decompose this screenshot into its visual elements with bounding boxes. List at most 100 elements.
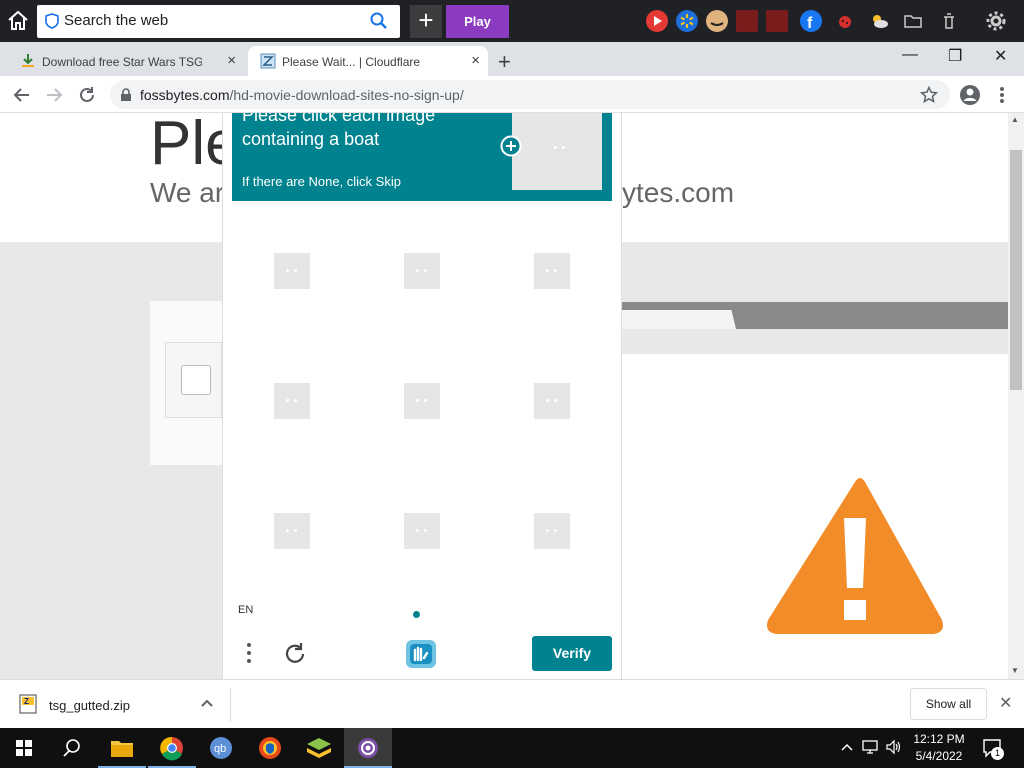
notification-count-badge: 1 xyxy=(991,747,1004,760)
hcaptcha-logo-icon[interactable] xyxy=(404,638,438,670)
trash-icon[interactable] xyxy=(938,10,960,32)
challenge-instruction: Please click each image containing a boa… xyxy=(242,113,436,149)
close-window-button[interactable]: ✕ xyxy=(994,46,1007,66)
profile-icon[interactable] xyxy=(959,84,981,111)
forward-icon[interactable] xyxy=(44,85,64,110)
reload-icon[interactable] xyxy=(77,85,97,110)
lock-icon[interactable] xyxy=(120,88,132,107)
page-favicon-icon xyxy=(260,53,276,69)
challenge-image-tile[interactable] xyxy=(404,513,440,549)
svg-text:f: f xyxy=(807,15,813,32)
url-path: /hd-movie-download-sites-no-sign-up/ xyxy=(229,87,464,103)
image-placeholder-dots xyxy=(554,146,557,149)
zip-file-icon: Z xyxy=(19,694,37,714)
facebook-icon[interactable]: f xyxy=(800,10,822,32)
close-download-bar-icon[interactable]: ✕ xyxy=(999,693,1012,713)
clock-time: 12:12 PM xyxy=(913,732,965,746)
restore-button[interactable]: ❐ xyxy=(948,46,962,66)
svg-text:Z: Z xyxy=(24,697,29,706)
page-indicator-dot xyxy=(413,611,420,618)
web-search-placeholder: Search the web xyxy=(64,12,169,29)
tab-star-wars-download[interactable]: Download free Star Wars TSG 1.2 × xyxy=(8,46,244,76)
tor-browser-icon[interactable] xyxy=(344,728,392,768)
bookmark-star-icon[interactable] xyxy=(919,85,939,109)
tray-chevron-up-icon[interactable] xyxy=(840,740,854,759)
challenge-image-tile[interactable] xyxy=(274,513,310,549)
warning-triangle-icon xyxy=(764,474,946,638)
navigation-bar: fossbytes.com/hd-movie-download-sites-no… xyxy=(0,76,1024,113)
url-text: fossbytes.com/hd-movie-download-sites-no… xyxy=(140,87,464,103)
clock-date: 5/4/2022 xyxy=(915,749,963,763)
back-icon[interactable] xyxy=(12,85,32,110)
chevron-up-icon[interactable] xyxy=(200,696,214,713)
svg-text:qb: qb xyxy=(214,743,226,755)
example-image xyxy=(512,113,602,190)
gear-icon[interactable] xyxy=(985,10,1007,32)
refresh-challenge-icon[interactable] xyxy=(282,641,308,667)
challenge-image-tile[interactable] xyxy=(534,513,570,549)
captcha-checkbox[interactable] xyxy=(181,365,211,395)
bluestacks-icon[interactable] xyxy=(295,728,343,768)
challenge-image-tile[interactable] xyxy=(404,383,440,419)
qbittorrent-icon[interactable]: qb xyxy=(197,728,245,768)
play-button[interactable]: Play xyxy=(446,5,509,38)
notification-center-icon[interactable]: 1 xyxy=(982,737,1004,760)
download-bar: Z tsg_gutted.zip Show all ✕ xyxy=(0,679,1024,728)
search-icon[interactable] xyxy=(370,12,388,35)
close-tab-icon[interactable]: × xyxy=(227,52,236,69)
home-icon[interactable] xyxy=(6,9,30,33)
scrollbar-thumb[interactable] xyxy=(1010,150,1022,390)
folder-icon[interactable] xyxy=(902,10,924,32)
challenge-image-tile[interactable] xyxy=(534,253,570,289)
volume-icon[interactable] xyxy=(885,739,903,760)
chrome-icon[interactable] xyxy=(148,728,196,768)
loading-bar-fill xyxy=(622,310,736,329)
youtube-icon[interactable] xyxy=(646,10,668,32)
windows-taskbar: qb 12:12 PM 5/4/2022 1 xyxy=(0,728,1024,768)
expand-example-icon[interactable] xyxy=(500,135,522,157)
tab-strip: Download free Star Wars TSG 1.2 × Please… xyxy=(0,42,1024,76)
network-icon[interactable] xyxy=(862,739,880,760)
taskbar-search-icon[interactable] xyxy=(48,728,96,768)
tab-title: Download free Star Wars TSG 1.2 xyxy=(42,55,202,69)
challenge-image-tile[interactable] xyxy=(404,253,440,289)
page-subheading-left: We ar xyxy=(150,177,225,208)
url-domain: fossbytes.com xyxy=(140,87,230,103)
shield-icon xyxy=(45,13,59,34)
challenge-image-tile[interactable] xyxy=(274,383,310,419)
divider xyxy=(230,688,231,722)
movie-icon-2[interactable] xyxy=(766,10,788,32)
new-tab-button[interactable]: + xyxy=(498,49,511,75)
close-tab-icon[interactable]: × xyxy=(471,52,480,69)
minimize-button[interactable]: — xyxy=(902,46,918,64)
challenge-image-tile[interactable] xyxy=(274,253,310,289)
language-selector[interactable]: EN xyxy=(238,604,253,616)
download-file-name[interactable]: tsg_gutted.zip xyxy=(49,698,130,713)
download-favicon-icon xyxy=(20,53,36,69)
web-search-box[interactable]: Search the web xyxy=(37,5,400,38)
challenge-skip-hint: If there are None, click Skip xyxy=(242,174,401,189)
menu-kebab-icon[interactable] xyxy=(999,85,1005,110)
show-all-button[interactable]: Show all xyxy=(910,688,987,720)
amazon-icon[interactable] xyxy=(706,10,728,32)
page-subheading-right: ytes.com xyxy=(622,177,735,208)
challenge-prompt: Please click each image containing a boa… xyxy=(232,113,612,201)
address-bar[interactable]: fossbytes.com/hd-movie-download-sites-no… xyxy=(110,80,950,109)
scroll-down-arrow-icon[interactable]: ▼ xyxy=(1011,666,1019,675)
ladybug-icon[interactable] xyxy=(834,10,856,32)
top-toolbar: Search the web + Play f xyxy=(0,0,1024,42)
movie-icon[interactable] xyxy=(736,10,758,32)
start-windows-icon[interactable] xyxy=(0,728,48,768)
verify-button[interactable]: Verify xyxy=(532,636,612,671)
weather-icon[interactable] xyxy=(868,10,890,32)
add-button[interactable]: + xyxy=(410,5,442,38)
walmart-icon[interactable] xyxy=(676,10,698,32)
file-explorer-icon[interactable] xyxy=(98,728,146,768)
browser-shield-icon[interactable] xyxy=(246,728,294,768)
tab-title: Please Wait... | Cloudflare xyxy=(282,55,421,69)
menu-dots-icon[interactable] xyxy=(242,641,256,667)
challenge-image-tile[interactable] xyxy=(534,383,570,419)
system-clock[interactable]: 12:12 PM 5/4/2022 xyxy=(908,731,970,765)
scroll-up-arrow-icon[interactable]: ▲ xyxy=(1011,115,1019,124)
tab-cloudflare[interactable]: Please Wait... | Cloudflare × xyxy=(248,46,488,76)
